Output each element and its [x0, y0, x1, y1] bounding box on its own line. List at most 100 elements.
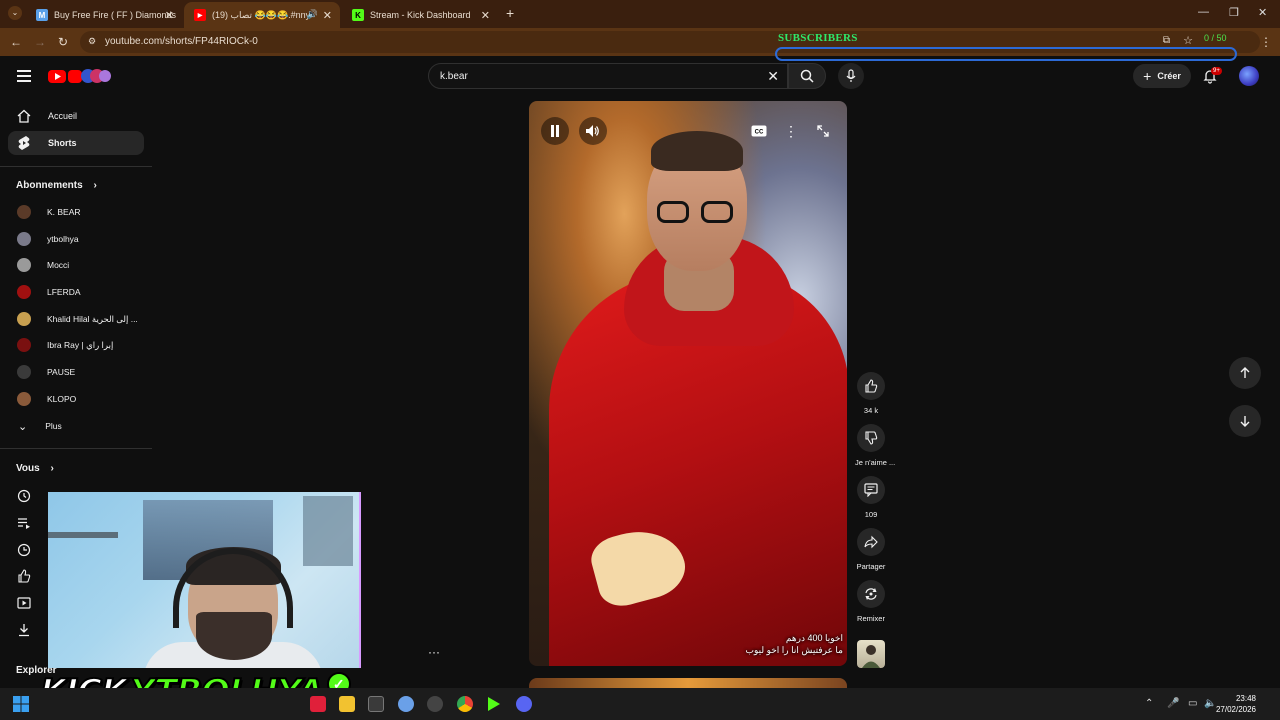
network-icon[interactable]: ▭ [1188, 698, 1197, 709]
short-video-player[interactable]: CC ⋮ اخويا 400 درهم ما عرفتيش انا را اخو… [529, 101, 847, 666]
tab-youtube-short[interactable]: ▶ (19) تصاب 😂😂😂.#nny 🔊 ✕ [184, 2, 340, 28]
minimize-button[interactable]: — [1198, 6, 1209, 18]
subscription-item[interactable]: Ibra Ray | إبرا راي [8, 333, 144, 357]
subscription-item[interactable]: LFERDA [8, 280, 144, 304]
kick-app-icon[interactable] [486, 696, 502, 712]
webcam-shelf [48, 532, 118, 538]
history-icon[interactable] [17, 489, 31, 503]
subscription-label: K. BEAR [47, 207, 81, 217]
cast-icon[interactable]: ⧉ [1163, 35, 1170, 46]
account-avatar[interactable] [1239, 66, 1259, 86]
chevron-down-icon: ⌄ [18, 420, 28, 433]
captions-button[interactable]: CC [745, 117, 773, 145]
dislike-button[interactable] [857, 424, 885, 452]
discord-app-icon[interactable] [516, 696, 532, 712]
remix-button[interactable] [857, 580, 885, 608]
playlists-icon[interactable] [17, 516, 31, 530]
downloads-icon[interactable] [17, 623, 31, 637]
terminal-app-icon[interactable] [368, 696, 384, 712]
close-tab-icon[interactable]: ✕ [165, 9, 174, 22]
tab-kick-dashboard[interactable]: K Stream - Kick Dashboard ✕ [342, 2, 498, 28]
channel-thumbnail[interactable] [857, 640, 885, 668]
url-text: youtube.com/shorts/FP44RIOCk-0 [105, 36, 258, 47]
subscription-label: Mocci [47, 260, 70, 270]
subscription-item[interactable]: Mocci [8, 253, 144, 277]
share-action[interactable]: Partager [855, 528, 887, 571]
show-more-button[interactable]: ⌄ Plus [8, 414, 144, 438]
browser-tab-strip: ⌄ M Buy Free Fire ( FF ) Diamonds ✕ ▶ (1… [0, 0, 1280, 28]
subscription-item[interactable]: ytbolhya [8, 227, 144, 251]
tab-favicon-icon: M [36, 9, 48, 21]
site-info-icon[interactable]: ⚙ [88, 36, 96, 47]
close-tab-icon[interactable]: ✕ [323, 9, 332, 22]
new-tab-button[interactable]: + [506, 5, 514, 21]
like-button[interactable] [857, 372, 885, 400]
windows-start-icon[interactable] [13, 696, 29, 712]
file-explorer-icon[interactable] [339, 696, 355, 712]
tray-chevron-icon[interactable]: ⌃ [1145, 698, 1153, 709]
voice-search-button[interactable] [838, 63, 864, 89]
pause-button[interactable] [541, 117, 569, 145]
search-input[interactable]: k.bear [440, 71, 468, 82]
youtube-favicon-icon: ▶ [194, 9, 206, 21]
reload-icon[interactable]: ↻ [58, 35, 68, 49]
you-heading[interactable]: Vous › [16, 463, 54, 474]
search-box[interactable]: k.bear ✕ [428, 63, 788, 89]
search-button[interactable] [788, 63, 826, 89]
volume-icon [586, 125, 599, 137]
caption-line: ما عرفتيش انا را اخو ليوب [745, 645, 844, 655]
tab-free-fire[interactable]: M Buy Free Fire ( FF ) Diamonds ✕ [26, 2, 182, 28]
subscription-item[interactable]: KLOPO [8, 387, 144, 411]
tab-title: Stream - Kick Dashboard [370, 10, 471, 20]
your-videos-icon[interactable] [17, 596, 31, 610]
sidebar-item-shorts[interactable]: Shorts [8, 131, 144, 155]
back-icon[interactable]: ← [10, 35, 22, 49]
tab-search-button[interactable]: ⌄ [8, 6, 22, 20]
bookmark-star-icon[interactable]: ☆ [1183, 34, 1193, 47]
tiktok-app-icon[interactable] [310, 696, 326, 712]
sidebar-item-home[interactable]: Accueil [8, 104, 144, 128]
audio-playing-icon[interactable]: 🔊 [307, 9, 318, 20]
create-button[interactable]: + Créer [1133, 64, 1191, 88]
chrome-app-icon[interactable] [457, 696, 473, 712]
next-short-button[interactable] [1229, 405, 1261, 437]
forward-icon[interactable]: → [34, 35, 46, 49]
comments-action[interactable]: 109 [855, 476, 887, 519]
clear-search-icon[interactable]: ✕ [767, 68, 779, 85]
browser-menu-icon[interactable]: ⋮ [1260, 35, 1272, 49]
subscribers-goal-bar [775, 47, 1237, 61]
subscription-item[interactable]: PAUSE [8, 360, 144, 384]
previous-short-button[interactable] [1229, 357, 1261, 389]
settings-app-icon[interactable] [398, 696, 414, 712]
like-action[interactable]: 34 k [855, 372, 887, 415]
subscription-item[interactable]: K. BEAR [8, 200, 144, 224]
microphone-tray-icon[interactable]: 🎤 [1167, 698, 1179, 709]
subscription-label: PAUSE [47, 367, 76, 377]
more-icon[interactable]: ··· [428, 645, 440, 659]
sidebar-item-label: Shorts [48, 138, 77, 148]
close-window-button[interactable]: ✕ [1258, 6, 1267, 19]
fullscreen-button[interactable] [809, 117, 837, 145]
subscriptions-heading[interactable]: Abonnements › [16, 180, 97, 191]
caption-line: اخويا 400 درهم [785, 633, 843, 643]
liked-videos-icon[interactable] [17, 569, 31, 583]
volume-button[interactable] [579, 117, 607, 145]
system-clock[interactable]: 23:48 27/02/2026 [1216, 693, 1256, 715]
video-frame-hair [651, 131, 743, 171]
video-frame-glasses [651, 201, 743, 223]
remix-action[interactable]: Remixer [855, 580, 887, 623]
youtube-logo[interactable] [48, 67, 112, 85]
obs-app-icon[interactable] [427, 696, 443, 712]
dislike-action[interactable]: Je n'aime ... [855, 424, 895, 467]
arrow-down-icon [1240, 416, 1250, 427]
share-button[interactable] [857, 528, 885, 556]
speaker-icon[interactable]: 🔈 [1204, 698, 1216, 709]
subscription-item[interactable]: Khalid Hilal إلى الحرية ... [8, 307, 144, 331]
more-options-button[interactable]: ⋮ [777, 117, 805, 145]
comments-button[interactable] [857, 476, 885, 504]
close-tab-icon[interactable]: ✕ [481, 9, 490, 22]
hamburger-menu-icon[interactable] [17, 70, 31, 82]
share-label: Partager [856, 562, 886, 571]
maximize-button[interactable]: ❐ [1229, 6, 1239, 19]
watch-later-icon[interactable] [17, 543, 31, 557]
